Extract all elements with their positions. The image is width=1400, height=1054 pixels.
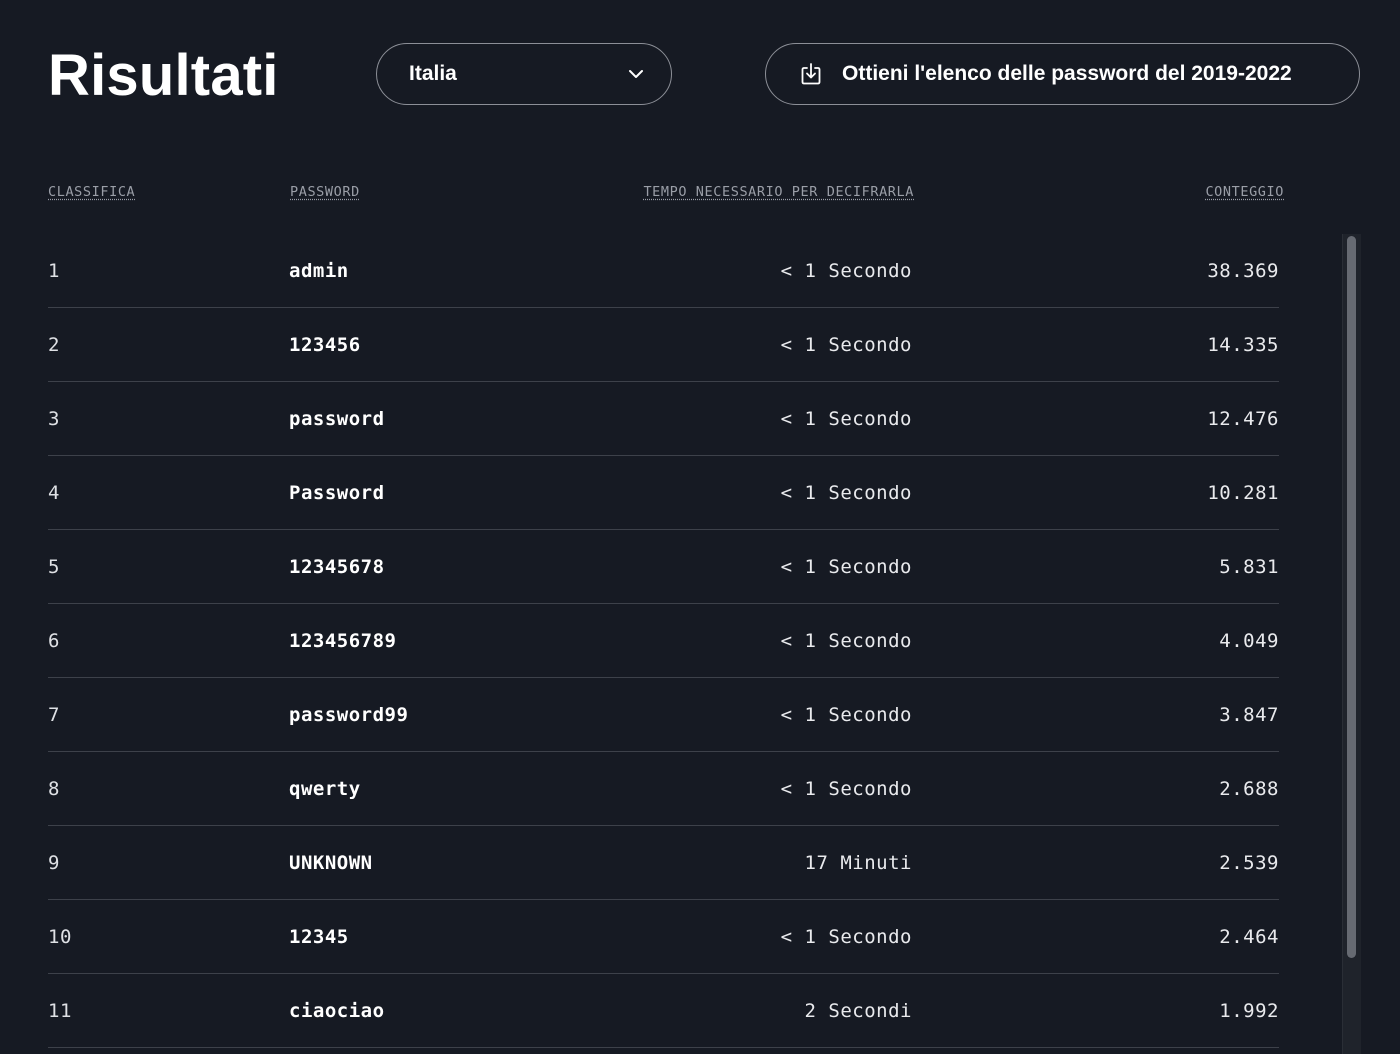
column-header-count[interactable]: CONTEGGIO — [1205, 184, 1284, 200]
cell-rank: 9 — [48, 852, 60, 874]
cell-rank: 10 — [48, 926, 72, 948]
cell-crack-time: < 1 Secondo — [780, 482, 912, 504]
table-row: 3 password < 1 Secondo 12.476 — [48, 382, 1279, 456]
cell-crack-time: < 1 Secondo — [780, 408, 912, 430]
column-header-crack-time[interactable]: TEMPO NECESSARIO PER DECIFRARLA — [643, 184, 914, 200]
cell-password: ciaociao — [289, 1000, 385, 1022]
cell-count: 5.831 — [1219, 556, 1279, 578]
cell-password: 123456 — [289, 334, 361, 356]
cell-crack-time: < 1 Secondo — [780, 704, 912, 726]
cell-count: 4.049 — [1219, 630, 1279, 652]
chevron-down-icon — [627, 65, 645, 83]
table-row: 10 12345 < 1 Secondo 2.464 — [48, 900, 1279, 974]
download-password-list-button[interactable]: Ottieni l'elenco delle password del 2019… — [765, 43, 1360, 105]
page-title: Risultati — [48, 43, 279, 108]
cell-count: 12.476 — [1207, 408, 1279, 430]
table-header: CLASSIFICA PASSWORD TEMPO NECESSARIO PER… — [48, 180, 1284, 204]
cell-count: 38.369 — [1207, 260, 1279, 282]
cell-crack-time: < 1 Secondo — [780, 334, 912, 356]
table-row: 1 admin < 1 Secondo 38.369 — [48, 234, 1279, 308]
table-row: 2 123456 < 1 Secondo 14.335 — [48, 308, 1279, 382]
cell-rank: 3 — [48, 408, 60, 430]
cell-password: qwerty — [289, 778, 361, 800]
country-select[interactable]: Italia — [376, 43, 672, 105]
cell-crack-time: < 1 Secondo — [780, 778, 912, 800]
table-row: 4 Password < 1 Secondo 10.281 — [48, 456, 1279, 530]
cell-rank: 1 — [48, 260, 60, 282]
cell-password: password — [289, 408, 385, 430]
cell-rank: 6 — [48, 630, 60, 652]
cell-crack-time: < 1 Secondo — [780, 556, 912, 578]
cell-rank: 11 — [48, 1000, 72, 1022]
cell-count: 2.539 — [1219, 852, 1279, 874]
cell-crack-time: 17 Minuti — [804, 852, 912, 874]
cell-crack-time: 2 Secondi — [804, 1000, 912, 1022]
cell-crack-time: < 1 Secondo — [780, 926, 912, 948]
table-row: 7 password99 < 1 Secondo 3.847 — [48, 678, 1279, 752]
cell-rank: 4 — [48, 482, 60, 504]
cell-rank: 8 — [48, 778, 60, 800]
column-header-rank[interactable]: CLASSIFICA — [48, 184, 135, 200]
cell-count: 10.281 — [1207, 482, 1279, 504]
cell-password: admin — [289, 260, 349, 282]
password-table: 1 admin < 1 Secondo 38.369 2 123456 < 1 … — [48, 234, 1279, 1048]
cell-count: 3.847 — [1219, 704, 1279, 726]
cell-crack-time: < 1 Secondo — [780, 630, 912, 652]
cell-password: Password — [289, 482, 385, 504]
table-row: 11 ciaociao 2 Secondi 1.992 — [48, 974, 1279, 1048]
country-select-value: Italia — [409, 62, 457, 85]
cell-password: UNKNOWN — [289, 852, 373, 874]
cell-password: 12345678 — [289, 556, 385, 578]
column-header-password[interactable]: PASSWORD — [290, 184, 360, 200]
cell-count: 1.992 — [1219, 1000, 1279, 1022]
cell-rank: 7 — [48, 704, 60, 726]
table-row: 8 qwerty < 1 Secondo 2.688 — [48, 752, 1279, 826]
cell-count: 2.464 — [1219, 926, 1279, 948]
cell-count: 2.688 — [1219, 778, 1279, 800]
scrollbar-thumb[interactable] — [1347, 236, 1356, 958]
table-row: 5 12345678 < 1 Secondo 5.831 — [48, 530, 1279, 604]
download-button-label: Ottieni l'elenco delle password del 2019… — [842, 62, 1292, 85]
cell-count: 14.335 — [1207, 334, 1279, 356]
table-row: 6 123456789 < 1 Secondo 4.049 — [48, 604, 1279, 678]
cell-password: 123456789 — [289, 630, 397, 652]
download-icon — [798, 61, 824, 87]
cell-rank: 2 — [48, 334, 60, 356]
cell-rank: 5 — [48, 556, 60, 578]
cell-crack-time: < 1 Secondo — [780, 260, 912, 282]
cell-password: password99 — [289, 704, 409, 726]
cell-password: 12345 — [289, 926, 349, 948]
table-row: 9 UNKNOWN 17 Minuti 2.539 — [48, 826, 1279, 900]
